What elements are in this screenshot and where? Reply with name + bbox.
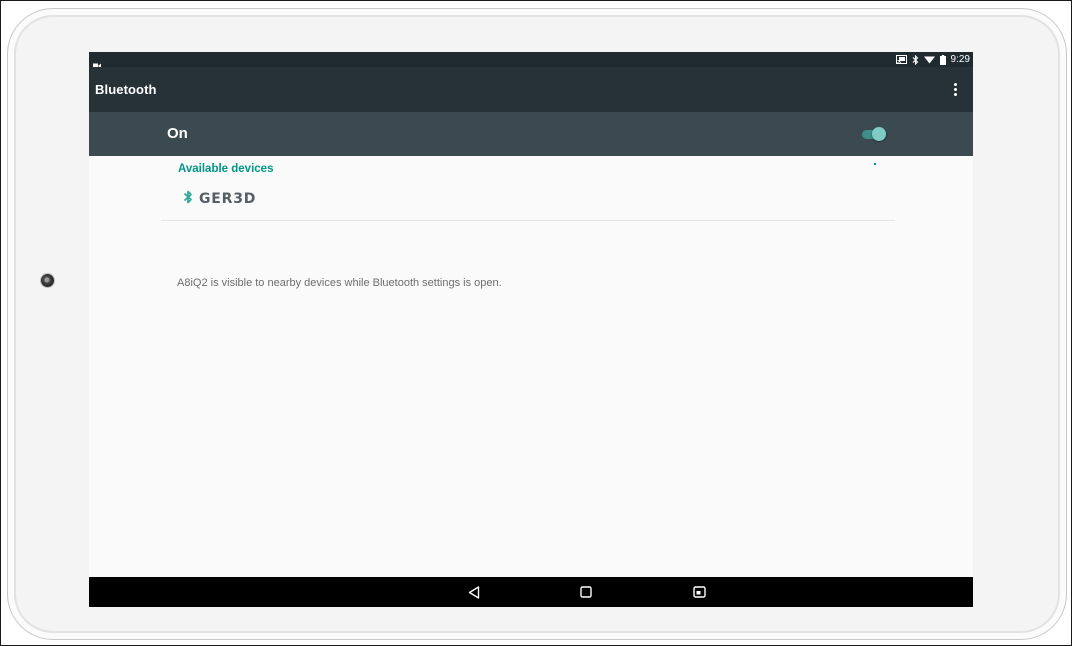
- home-icon: [580, 586, 592, 598]
- bluetooth-toggle[interactable]: [862, 126, 886, 142]
- navigation-bar: [89, 577, 973, 607]
- toggle-thumb: [872, 127, 886, 141]
- device-list-item[interactable]: GER3D: [161, 185, 895, 221]
- visibility-message: A8iQ2 is visible to nearby devices while…: [177, 277, 502, 289]
- more-options-button[interactable]: [945, 79, 965, 99]
- switch-label: On: [167, 125, 188, 142]
- back-button[interactable]: [466, 585, 482, 599]
- app-bar: Bluetooth: [89, 67, 973, 112]
- recents-button[interactable]: [691, 585, 707, 599]
- back-icon: [468, 585, 480, 599]
- available-devices-header: Available devices: [178, 163, 274, 175]
- bluetooth-switch-bar[interactable]: On: [89, 112, 973, 156]
- page-title: Bluetooth: [95, 82, 157, 97]
- bluetooth-icon: [912, 54, 919, 65]
- cast-icon: [895, 55, 907, 64]
- device-name: GER3D: [199, 191, 257, 207]
- more-vertical-icon: [953, 82, 957, 86]
- status-icons: 9:29: [895, 52, 970, 67]
- wifi-icon: [923, 55, 935, 64]
- clock: 9:29: [950, 54, 970, 65]
- status-bar: 9:29: [89, 52, 973, 69]
- scanning-indicator: [874, 163, 876, 165]
- device-screen: 9:29 Bluetooth On Available devices GER3…: [89, 52, 973, 607]
- home-button[interactable]: [578, 585, 594, 599]
- bluetooth-icon: [183, 190, 193, 204]
- recents-icon: [692, 586, 706, 598]
- battery-icon: [939, 54, 946, 65]
- front-camera: [41, 274, 54, 287]
- video-camera-icon: [93, 56, 101, 69]
